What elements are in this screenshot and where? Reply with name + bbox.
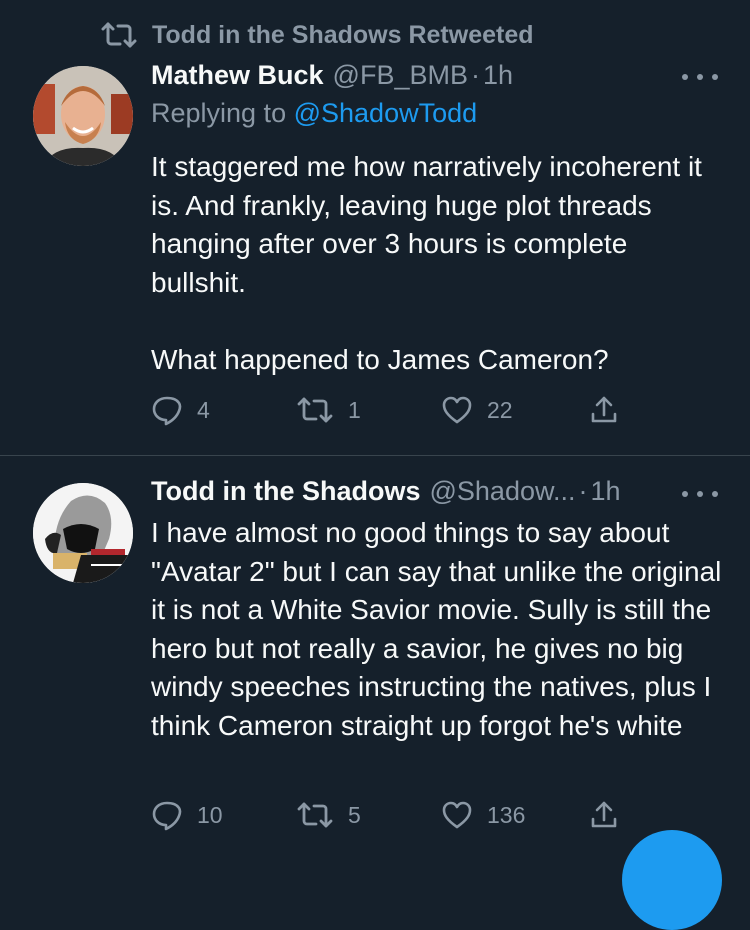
replying-to-label: Replying to (151, 98, 287, 128)
tweet-time[interactable]: 1h (483, 60, 513, 91)
like-icon (442, 396, 472, 424)
retweet-icon (297, 802, 333, 828)
tweet-divider (0, 455, 750, 456)
more-icon[interactable] (682, 487, 718, 501)
retweet-button[interactable]: 1 (296, 390, 361, 430)
retweet-context[interactable]: Todd in the Shadows Retweeted (100, 18, 534, 52)
share-icon (591, 801, 617, 828)
like-icon (442, 801, 472, 829)
retweet-icon (101, 22, 137, 48)
separator-dot: · (578, 476, 588, 506)
tweet-time[interactable]: 1h (591, 476, 621, 507)
author-handle[interactable]: @Shadow... (430, 476, 576, 507)
reply-mention-link[interactable]: @ShadowTodd (294, 98, 478, 128)
share-icon (591, 396, 617, 423)
reply-button[interactable]: 10 (151, 795, 223, 835)
tweet-2-header: Todd in the Shadows @Shadow... · 1h (151, 476, 621, 512)
retweet-button[interactable]: 5 (296, 795, 361, 835)
avatar-todd-in-the-shadows[interactable] (33, 483, 133, 583)
author-name[interactable]: Mathew Buck (151, 60, 324, 91)
like-count: 22 (487, 396, 513, 423)
tweet-actions: 4 1 22 (151, 390, 631, 430)
separator-dot: · (470, 60, 480, 90)
retweet-icon (297, 397, 333, 423)
retweet-context-label: Todd in the Shadows Retweeted (152, 20, 534, 49)
reply-count: 10 (197, 801, 223, 828)
avatar-mathew-buck[interactable] (33, 66, 133, 166)
avatar-todd-image (33, 483, 133, 583)
tweet-1-header: Mathew Buck @FB_BMB · 1h (151, 60, 513, 96)
tweet-text: I have almost no good things to say abou… (151, 517, 730, 741)
replying-to: Replying to @ShadowTodd (151, 98, 477, 129)
like-count: 136 (487, 801, 526, 828)
tweet-actions: 10 5 136 (151, 795, 631, 835)
reply-icon (152, 396, 182, 426)
author-handle[interactable]: @FB_BMB (333, 60, 468, 91)
like-button[interactable]: 136 (441, 795, 525, 835)
reply-icon (152, 801, 182, 831)
retweet-count: 1 (348, 396, 361, 423)
reply-button[interactable]: 4 (151, 390, 210, 430)
compose-fab[interactable] (622, 830, 722, 930)
tweet-text: It staggered me how narratively incohere… (151, 151, 702, 375)
reply-count: 4 (197, 396, 210, 423)
more-icon[interactable] (682, 70, 718, 84)
share-button[interactable] (588, 390, 620, 430)
avatar-mathew-buck-image (33, 66, 133, 166)
like-button[interactable]: 22 (441, 390, 513, 430)
retweet-count: 5 (348, 801, 361, 828)
share-button[interactable] (588, 795, 620, 835)
author-name[interactable]: Todd in the Shadows (151, 476, 421, 507)
